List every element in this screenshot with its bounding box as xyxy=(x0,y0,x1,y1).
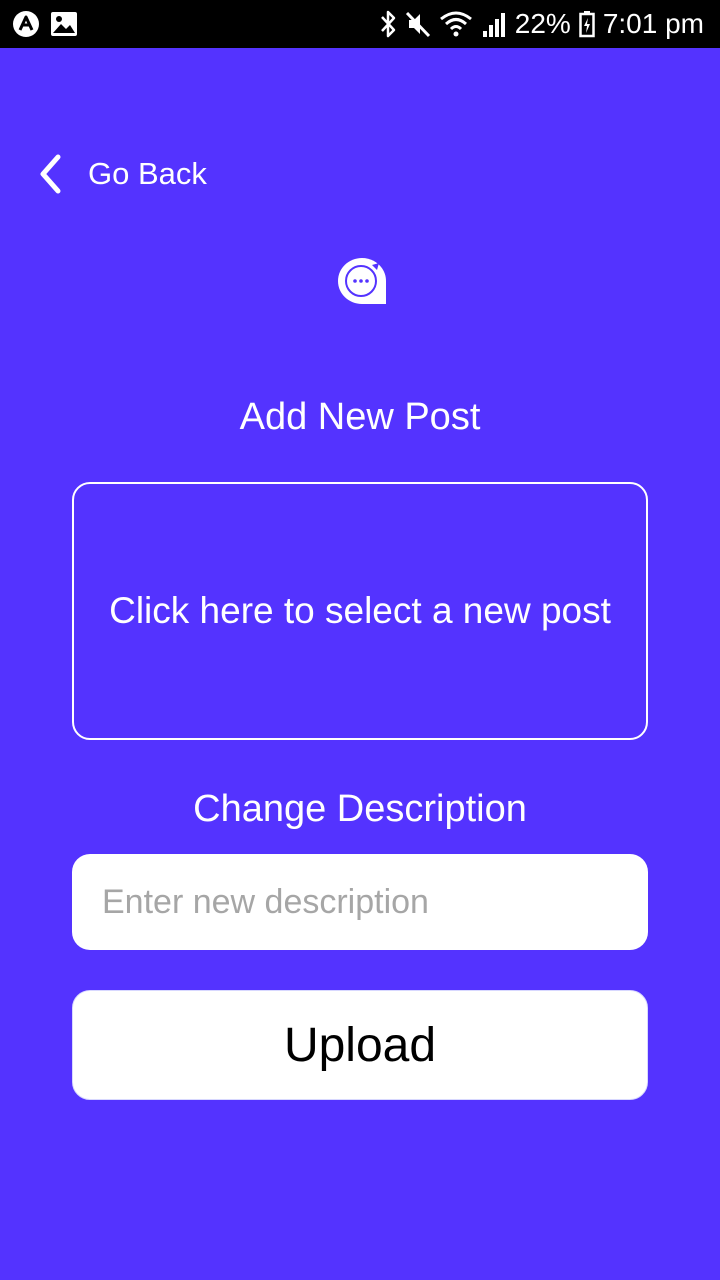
battery-percent: 22% xyxy=(514,8,571,39)
signal-icon xyxy=(482,13,505,37)
mute-icon xyxy=(405,11,430,38)
description-heading: Change Description xyxy=(193,788,527,830)
chat-bubble-icon xyxy=(338,258,386,304)
battery-icon xyxy=(579,11,595,38)
upload-button[interactable]: Upload xyxy=(72,990,648,1100)
go-back-button[interactable]: Go Back xyxy=(36,150,207,198)
status-left-icons xyxy=(12,9,78,39)
status-bar: 22% 7:01 pm xyxy=(0,0,720,48)
chevron-left-icon xyxy=(40,154,61,194)
clock: 7:01 pm xyxy=(602,8,704,39)
bluetooth-icon xyxy=(380,10,396,38)
image-icon xyxy=(51,12,77,36)
add-post-screen: 22% 7:01 pm Go Back Add New Post Click h… xyxy=(0,0,720,1280)
go-back-label: Go Back xyxy=(88,156,207,191)
description-input[interactable] xyxy=(72,854,648,950)
page-title: Add New Post xyxy=(239,396,481,438)
app-icon xyxy=(13,11,39,37)
select-post-button[interactable]: Click here to select a new post xyxy=(72,482,648,740)
select-post-label: Click here to select a new post xyxy=(109,590,611,631)
wifi-icon xyxy=(439,11,472,37)
status-right: 22% 7:01 pm xyxy=(379,0,704,48)
